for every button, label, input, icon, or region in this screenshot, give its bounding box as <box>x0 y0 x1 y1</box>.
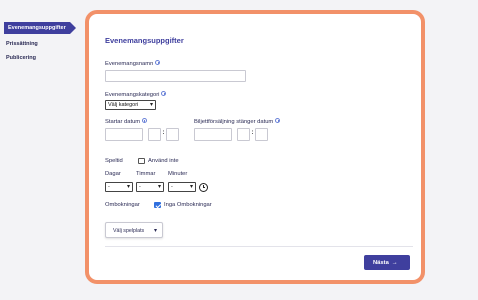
ticket-close-hour-input[interactable] <box>237 128 250 141</box>
no-rebooking-label: Inga Ombokningar <box>164 202 212 208</box>
category-label-row: Evenemangskategori <box>105 91 167 98</box>
ticket-close-date-input[interactable] <box>194 128 232 141</box>
event-name-input[interactable] <box>105 70 246 82</box>
ticket-close-label: Biljettförsäljning stänger datum <box>194 119 274 125</box>
category-select[interactable]: Välj kategori <box>105 100 156 110</box>
days-label: Dagar <box>105 171 121 177</box>
next-button[interactable]: Nästa → <box>364 255 410 270</box>
sidebar-item-publishing[interactable]: Publicering <box>6 55 36 61</box>
time-separator: : <box>162 130 165 136</box>
minutes-label: Minuter <box>168 171 188 177</box>
rebooking-label: Ombokningar <box>105 202 140 208</box>
page-title: Evenemangsuppgifter <box>105 36 184 45</box>
chevron-down-icon: ▾ <box>153 228 157 234</box>
ticket-close-minute-input[interactable] <box>255 128 268 141</box>
hours-label: Timmar <box>136 171 156 177</box>
sidebar-item-pricing[interactable]: Prissättning <box>6 41 38 47</box>
start-date-label-row: Startar datum <box>105 118 148 125</box>
no-rebooking-checkbox[interactable] <box>154 201 161 208</box>
days-select[interactable]: - <box>105 182 133 192</box>
next-button-label: Nästa <box>373 259 389 266</box>
category-selected-value: Välj kategori <box>108 102 139 108</box>
info-icon <box>161 91 167 96</box>
start-minute-input[interactable] <box>166 128 179 141</box>
no-playtime-label: Använd inte <box>148 158 179 164</box>
sidebar-item-event-details[interactable]: Evenemangsuppgifter <box>4 22 76 34</box>
minutes-select[interactable]: - <box>168 182 196 192</box>
clock-icon <box>199 182 208 192</box>
days-select-value: - <box>108 184 110 190</box>
info-icon <box>275 118 281 123</box>
start-date-label: Startar datum <box>105 119 141 125</box>
hours-select[interactable]: - <box>136 182 164 192</box>
no-playtime-checkbox[interactable] <box>138 157 145 164</box>
divider <box>105 246 413 247</box>
choose-venue-label: Välj spelplats <box>113 228 145 234</box>
start-date-input[interactable] <box>105 128 143 141</box>
category-label: Evenemangskategori <box>105 92 160 98</box>
hours-select-value: - <box>139 184 141 190</box>
choose-venue-button[interactable]: Välj spelplats ▾ <box>105 222 163 238</box>
start-hour-input[interactable] <box>148 128 161 141</box>
info-icon <box>155 60 161 65</box>
event-form-card: Evenemangsuppgifter Evenemangsnamn Evene… <box>85 10 425 284</box>
info-icon <box>142 118 148 123</box>
arrow-right-icon: → <box>391 259 398 266</box>
minutes-select-value: - <box>171 184 173 190</box>
time-separator: : <box>251 130 254 136</box>
ticket-close-label-row: Biljettförsäljning stänger datum <box>194 118 281 125</box>
sidebar: Evenemangsuppgifter Prissättning Publice… <box>0 0 80 300</box>
event-name-label: Evenemangsnamn <box>105 61 154 67</box>
event-name-label-row: Evenemangsnamn <box>105 60 161 67</box>
playtime-label: Speltid <box>105 158 123 164</box>
